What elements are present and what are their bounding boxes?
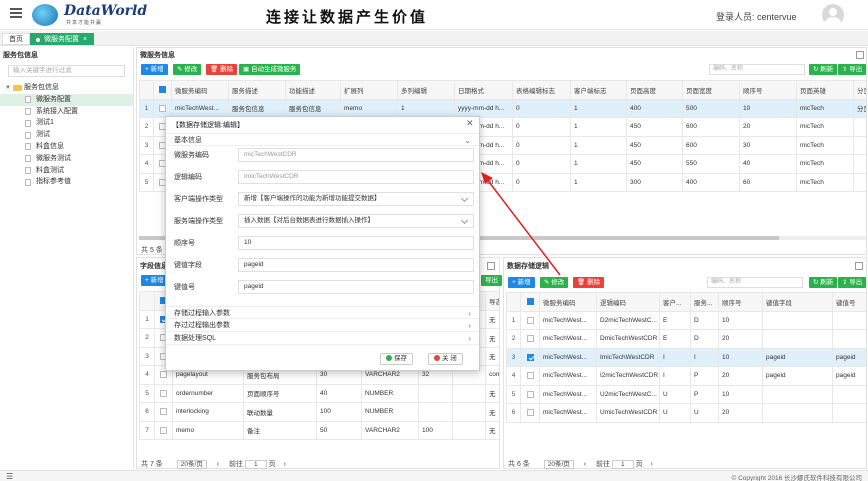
copyright-text: © Copyright 2016 长沙娜氏软件科技有限公司 [731, 475, 863, 481]
annotation-arrow [481, 172, 561, 276]
sidebar-toggle-icon[interactable]: ☰ [6, 472, 13, 481]
footer: ☰ © Copyright 2016 长沙娜氏软件科技有限公司 [0, 470, 868, 481]
